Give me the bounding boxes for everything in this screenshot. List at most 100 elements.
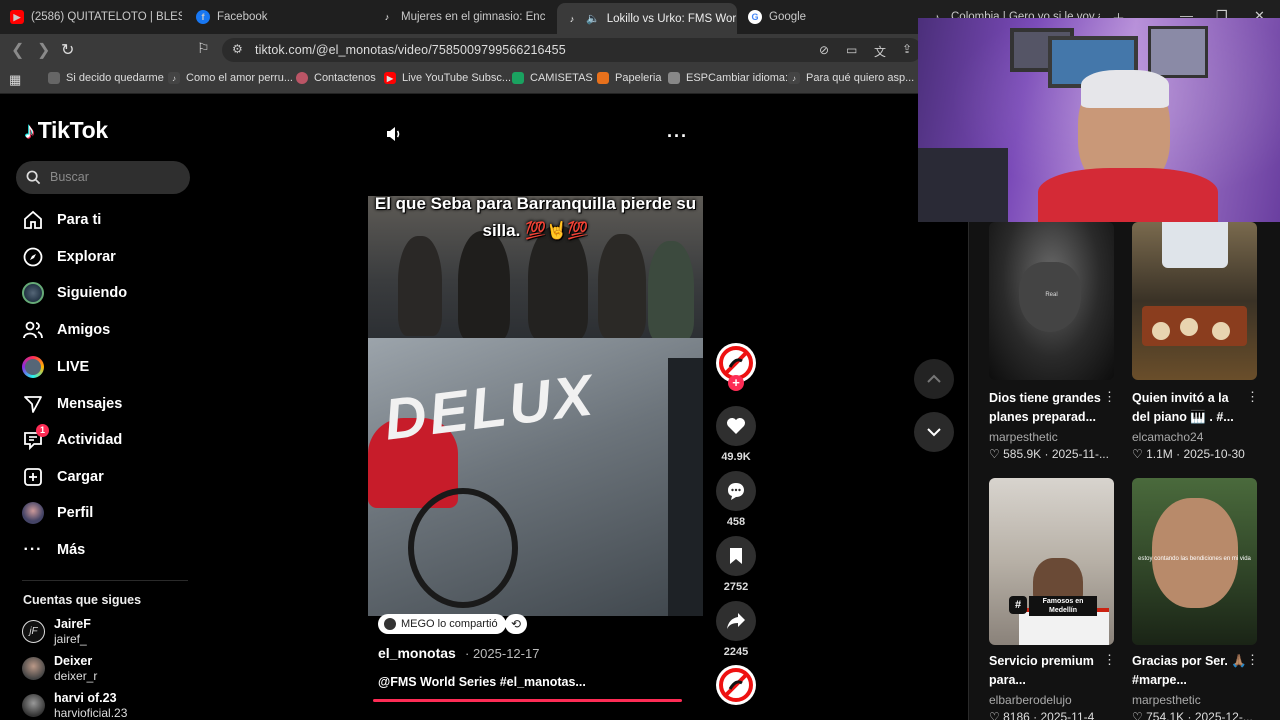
search-input[interactable]: Buscar	[16, 161, 190, 194]
cast-icon[interactable]: ▭	[846, 43, 857, 57]
address-bar[interactable]: ⚙ tiktok.com/@el_monotas/video/758500979…	[222, 38, 922, 62]
bookmark-item[interactable]: ♪ Como el amor perru...	[168, 72, 293, 84]
share-arrow-icon	[727, 613, 745, 629]
video-thumbnail	[1132, 222, 1257, 380]
more-options-icon[interactable]: ⋮	[1246, 652, 1259, 668]
nav-label: Para ti	[57, 212, 102, 228]
comment-icon	[728, 483, 744, 500]
following-handle: harvioficial.23	[54, 706, 128, 720]
hashtag-icon: #	[1009, 596, 1027, 614]
card-likes: 754.1K	[1146, 710, 1185, 720]
tab-label: Lokillo vs Urko: FMS Wor	[606, 12, 737, 25]
bookmark-label: Para qué quiero asp...	[806, 72, 915, 84]
video-thumbnail: Real	[989, 222, 1114, 380]
following-user[interactable]: jF JaireF jairef_	[22, 617, 91, 646]
tab-youtube[interactable]: ▶ (2586) QUITATELOTO | BLESSD ❯	[10, 6, 182, 28]
previous-video-button[interactable]	[914, 359, 954, 399]
bookmark-item[interactable]: Papeleria	[597, 72, 661, 84]
share-button[interactable]	[716, 601, 756, 641]
video-progress-bar[interactable]	[373, 699, 682, 702]
tab-google[interactable]: G Google	[748, 6, 908, 28]
translate-icon[interactable]: 文	[874, 43, 886, 60]
thumbnail-text: estoy contando las bendiciones en mi vid…	[1138, 556, 1251, 562]
nav-explorar[interactable]: Explorar	[22, 243, 116, 271]
tab-tiktok-active[interactable]: ♪ 🔈 Lokillo vs Urko: FMS Wor ✕	[557, 3, 737, 34]
youtube-icon: ▶	[384, 72, 396, 84]
video-player[interactable]: DELUX El que Seba para Barranquilla pier…	[368, 196, 703, 616]
more-options-icon[interactable]: ···	[667, 126, 688, 147]
reload-icon[interactable]: ↻	[61, 40, 74, 60]
bookmark-label: Si decido quedarme	[66, 72, 164, 84]
sidebar: ♪ TikTok Buscar Para ti Explorar Siguien…	[4, 95, 220, 720]
tiktok-icon: ♪	[788, 72, 800, 84]
nav-label: Mensajes	[57, 396, 123, 412]
search-placeholder: Buscar	[50, 170, 89, 184]
nav-cargar[interactable]: Cargar	[22, 463, 104, 491]
thumbnail-tag: Famosos en Medellín	[1029, 596, 1097, 616]
site-info-icon[interactable]: ⚙	[232, 42, 243, 56]
following-avatar-icon	[22, 282, 44, 304]
bookmark-item[interactable]: ♪ Para qué quiero asp...	[788, 72, 914, 84]
tiktok-icon: ♪	[384, 12, 390, 22]
nav-amigos[interactable]: Amigos	[22, 316, 110, 344]
following-user[interactable]: harvi of.23 harvioficial.23	[22, 691, 127, 720]
webcam-overlay	[918, 18, 1280, 222]
bookmark-favicon-icon	[512, 72, 524, 84]
apps-grid-icon[interactable]: ▦	[9, 72, 21, 88]
video-description[interactable]: @FMS World Series #el_manotas...	[378, 675, 586, 689]
nav-actividad[interactable]: 1 Actividad	[22, 424, 123, 454]
back-icon[interactable]: ❮	[11, 40, 24, 60]
bookmark-favicon-icon	[48, 72, 60, 84]
more-options-icon[interactable]: ⋮	[1103, 389, 1116, 405]
card-date: 2025-11-4	[1040, 710, 1095, 720]
volume-icon[interactable]	[386, 126, 402, 147]
video-author[interactable]: el_monotas	[378, 645, 456, 661]
bookmark-label: Contactenos	[314, 72, 376, 84]
tab-tiktok-gym[interactable]: ♪ Mujeres en el gimnasio: Encuentr	[380, 6, 545, 28]
more-options-icon[interactable]: ⋮	[1103, 652, 1116, 668]
follow-plus-button[interactable]: +	[728, 375, 744, 391]
nav-perfil[interactable]: Perfil	[22, 499, 93, 527]
notification-badge: 1	[36, 424, 49, 437]
tab-facebook[interactable]: f Facebook	[196, 6, 356, 28]
share-icon[interactable]: ⇪	[902, 42, 912, 56]
sound-disc[interactable]	[716, 665, 756, 705]
bookmark-item[interactable]: Contactenos	[296, 72, 376, 84]
next-video-button[interactable]	[914, 412, 954, 452]
bookmark-item[interactable]: CAMISETAS	[512, 72, 593, 84]
nav-mas[interactable]: ··· Más	[22, 536, 86, 564]
card-date: 2025-10-30	[1183, 447, 1245, 461]
tiktok-logo[interactable]: ♪ TikTok	[24, 117, 108, 144]
nav-mensajes[interactable]: Mensajes	[22, 390, 122, 418]
bookmark-item[interactable]: ESPCambiar idioma:	[668, 72, 788, 84]
wheelchair-shape	[408, 488, 518, 608]
like-button[interactable]	[716, 406, 756, 446]
nav-label: Actividad	[57, 432, 123, 448]
card-user: elcamacho24	[1132, 430, 1204, 444]
card-likes: 585.9K	[1003, 447, 1042, 461]
like-count: 49.9K	[721, 451, 751, 463]
save-button[interactable]	[716, 536, 756, 576]
address-toolbar: ❮ ❯ ↻ ⚐ ⚙ tiktok.com/@el_monotas/video/7…	[0, 34, 922, 66]
url-text[interactable]: tiktok.com/@el_monotas/video/75850097995…	[255, 43, 566, 57]
nav-siguiendo[interactable]: Siguiendo	[22, 279, 127, 307]
card-user: marpesthetic	[989, 430, 1058, 444]
forward-icon[interactable]: ❯	[37, 40, 50, 60]
bookmark-item[interactable]: Si decido quedarme	[48, 72, 164, 84]
thumbnail-text: Real	[1045, 292, 1058, 298]
following-handle: deixer_r	[54, 669, 98, 683]
screen: ▶ (2586) QUITATELOTO | BLESSD ❯ f Facebo…	[0, 0, 1280, 720]
comment-button[interactable]	[716, 471, 756, 511]
following-user[interactable]: Deixer deixer_r	[22, 654, 97, 683]
nav-live[interactable]: LIVE	[22, 353, 89, 381]
more-options-icon[interactable]: ⋮	[1246, 389, 1259, 405]
repost-icon[interactable]: ⟲	[505, 614, 527, 634]
nav-para-ti[interactable]: Para ti	[22, 206, 101, 234]
shared-by-pill[interactable]: MEGO lo compartió	[378, 614, 506, 634]
no-symbol-avatar-icon	[719, 668, 753, 702]
bookmark-star-icon[interactable]: ⚐	[197, 40, 210, 57]
card-likes: 1.1M	[1146, 447, 1173, 461]
bookmark-item[interactable]: ▶ Live YouTube Subsc...	[384, 72, 511, 84]
no-tracking-icon[interactable]: ⊘	[819, 43, 829, 57]
bookmark-label: CAMISETAS	[530, 72, 593, 84]
